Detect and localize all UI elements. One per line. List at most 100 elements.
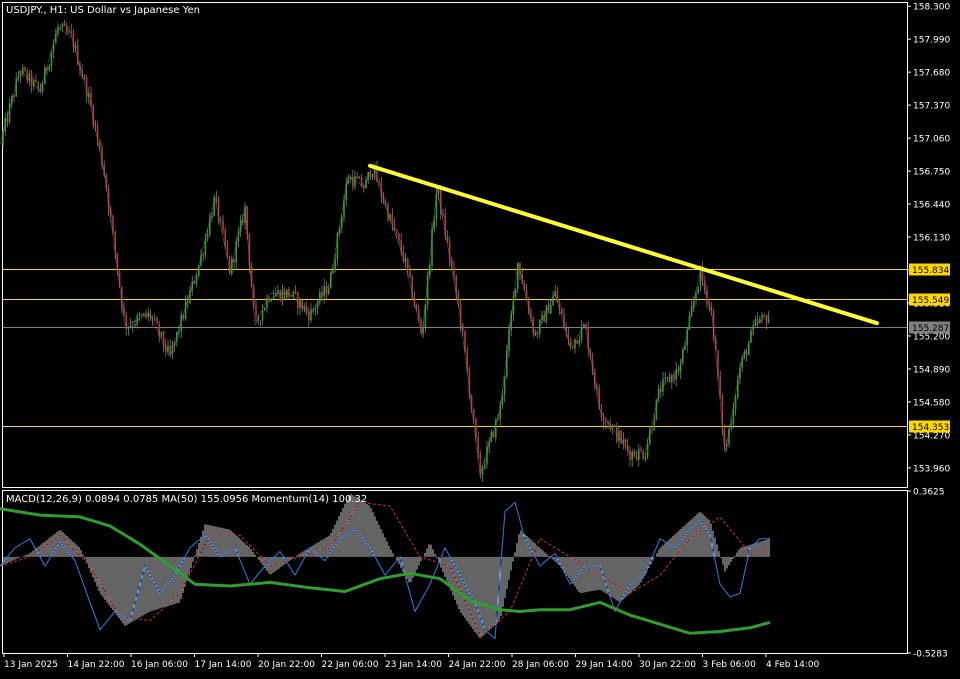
price-axis: 158.300 157.990 157.680 157.370 157.060 156.7… [907,3,950,474]
candle-bull [195,276,198,284]
candle-bull [48,66,50,71]
candle-bull [327,288,330,295]
time-tick-label: 17 Jan 14:00 [195,660,252,670]
candle-bull [550,305,552,314]
candle-bear [138,315,141,317]
candle-bear [393,224,396,231]
candle-bear [132,325,134,327]
time-tick-label: 30 Jan 22:00 [639,660,696,670]
candle-bear [125,314,127,329]
price-tick-label: 153.960 [913,464,950,474]
macd-tick-label: -0.5283 [913,650,948,660]
candle-bull [664,377,666,379]
candle-bull [314,308,317,310]
time-tick-label: 29 Jan 14:00 [576,660,633,670]
candle-bear [288,289,290,297]
candle-bull [167,345,169,352]
candle-bull [574,339,576,349]
candle-bear [356,176,358,179]
candle-bear [283,290,286,298]
candle-bear [301,299,303,310]
candle-bear [378,181,380,183]
candle-bear [624,439,627,445]
candle-bear [635,456,638,460]
candle-bull [761,315,763,319]
candle-bear [640,449,642,452]
candle-bear [396,230,398,234]
candle-bull [143,313,145,316]
candle-bear [602,417,605,423]
candle-bear [673,375,675,380]
candle-bear [224,230,226,246]
candle-bull [281,290,284,301]
candle-bear [473,409,475,419]
candle-bear [279,290,281,301]
candle-bear [409,270,411,276]
candle-bull [261,310,264,321]
candle-bull [358,176,361,179]
candle-bear [255,304,257,317]
candle-bear [83,77,86,79]
candle-bear [156,318,158,324]
candle-bull [638,449,640,460]
candle-bull [19,73,22,77]
candle-bull [68,31,70,33]
candle-bull [160,331,163,336]
candle-bull [178,331,180,333]
candle-bear [215,196,218,198]
candle-bear [24,67,26,71]
candle-bull [319,292,321,303]
candle-bull [50,52,53,67]
candle-bear [442,213,444,215]
candle-bull [545,305,548,323]
candle-bull [275,293,277,297]
candle-bull [211,216,213,218]
candle-bull [734,397,737,410]
candle-bull [653,420,655,430]
candle-bear [112,216,114,232]
candle-bear [569,338,572,346]
candle-bear [398,233,400,241]
candle-bull [646,444,649,457]
price-tick-label: 156.440 [913,201,950,211]
candle-bear [596,385,598,389]
candle-bear [233,259,235,263]
time-tick-label: 16 Jan 06:00 [131,660,188,670]
candle-bull [272,296,275,300]
candle-bull [486,446,488,465]
price-tick-label: 154.890 [913,365,950,375]
time-tick-label: 20 Jan 22:00 [258,660,315,670]
candle-bull [675,368,677,380]
candle-bull [202,254,204,256]
candle-bull [484,464,486,469]
candle-bear [407,258,409,271]
candle-bear [660,389,662,392]
candle-bull [347,179,350,185]
candle-bear [756,318,759,323]
price-tick-label: 158.300 [913,3,950,13]
candle-bear [70,31,72,34]
price-tick-label: 157.680 [913,69,950,79]
level-label-text: 155.834 [912,266,949,276]
candle-bull [61,24,64,27]
candle-bull [290,295,292,297]
candle-bull [730,424,732,429]
candle-bear [745,351,748,355]
candle-bull [154,318,156,320]
candle-bull [127,326,130,329]
candle-bull [140,315,143,317]
candle-bull [618,430,620,442]
candle-bull [644,456,647,459]
candle-bear [642,451,644,459]
candle-bear [462,324,464,331]
candle-bear [268,298,270,302]
price-tick-label: 156.130 [913,234,950,244]
candle-bear [475,418,477,438]
candle-bull [332,270,334,273]
candle-bear [567,332,570,339]
time-tick-label: 13 Jan 2025 [4,660,58,670]
price-tick-label: 157.370 [913,102,950,112]
price-tick-label: 156.750 [913,168,950,178]
candle-bull [134,324,136,326]
chart-svg[interactable]: 158.300 157.990 157.680 157.370 157.060 156.7… [0,0,960,675]
